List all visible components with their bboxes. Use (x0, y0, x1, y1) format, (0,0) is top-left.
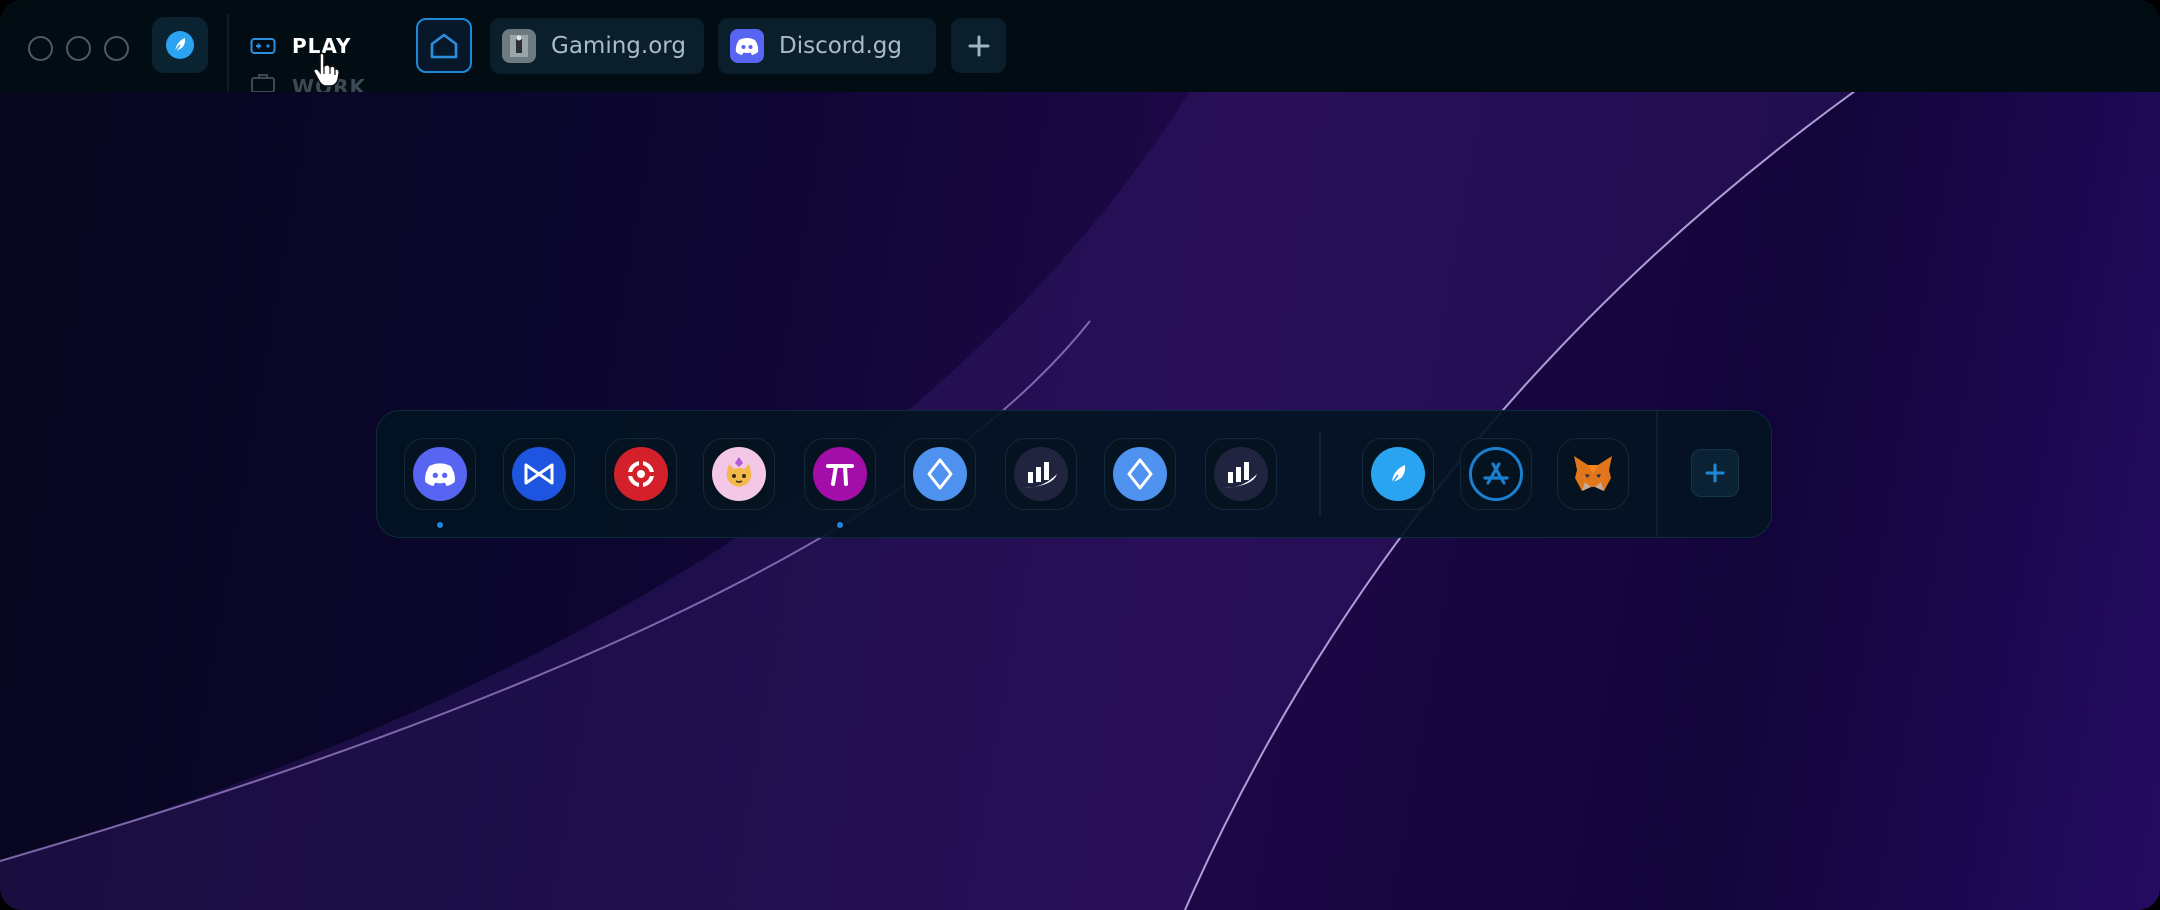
briefcase-icon (251, 74, 275, 92)
tab-label: Gaming.org (551, 33, 686, 59)
discord-icon (413, 447, 467, 501)
titlebar-divider (227, 14, 229, 92)
bar-chart-swoosh-icon (1014, 447, 1068, 501)
dock-app-lifebuoy[interactable] (605, 438, 677, 510)
bar-chart-swoosh-icon (1214, 447, 1268, 501)
app-dock (376, 410, 1772, 538)
app-store-icon (1469, 447, 1523, 501)
feather-leaf-icon (166, 31, 194, 59)
cat-nft-icon (712, 447, 766, 501)
dock-app-axie[interactable] (503, 438, 575, 510)
red-ring-icon (614, 447, 668, 501)
running-indicator (437, 522, 443, 528)
app-window: PLAY WORK G (0, 0, 2160, 910)
dock-app-chart[interactable] (1205, 438, 1277, 510)
pi-symbol-icon (813, 447, 867, 501)
browser-tab-gaming[interactable]: Gaming.org (490, 18, 704, 74)
ens-diamond-icon (1113, 447, 1167, 501)
dock-app-leaf[interactable] (1362, 438, 1434, 510)
new-tab-button[interactable] (951, 18, 1006, 73)
dock-app-ens[interactable] (904, 438, 976, 510)
app-menu-button[interactable] (152, 17, 208, 73)
tab-label: Discord.gg (779, 33, 902, 59)
plus-icon (968, 35, 989, 56)
plus-icon (1705, 463, 1725, 483)
dock-add-button[interactable] (1691, 449, 1739, 497)
dock-app-pi[interactable] (804, 438, 876, 510)
dock-app-chart[interactable] (1005, 438, 1077, 510)
dock-app-store[interactable] (1460, 438, 1532, 510)
gamepad-icon (250, 38, 276, 54)
dock-app-ens[interactable] (1104, 438, 1176, 510)
metamask-fox-icon (1566, 447, 1620, 501)
browser-tab-discord[interactable]: Discord.gg (718, 18, 936, 74)
discord-icon (730, 29, 764, 63)
mode-work[interactable]: WORK (250, 71, 366, 92)
ens-diamond-icon (913, 447, 967, 501)
home-tab[interactable] (416, 18, 472, 73)
feather-leaf-icon (1371, 447, 1425, 501)
home-icon (430, 33, 458, 58)
window-close-button[interactable] (28, 36, 53, 61)
window-minimize-button[interactable] (66, 36, 91, 61)
running-indicator (837, 522, 843, 528)
title-bar: PLAY WORK G (0, 0, 2160, 92)
hand-cursor-icon (312, 52, 341, 87)
dock-app-metamask[interactable] (1557, 438, 1629, 510)
gaming-org-icon (502, 29, 536, 63)
dock-separator (1319, 433, 1321, 517)
dock-app-discord[interactable] (404, 438, 476, 510)
window-maximize-button[interactable] (104, 36, 129, 61)
dock-app-cat[interactable] (703, 438, 775, 510)
axie-bowtie-icon (512, 447, 566, 501)
